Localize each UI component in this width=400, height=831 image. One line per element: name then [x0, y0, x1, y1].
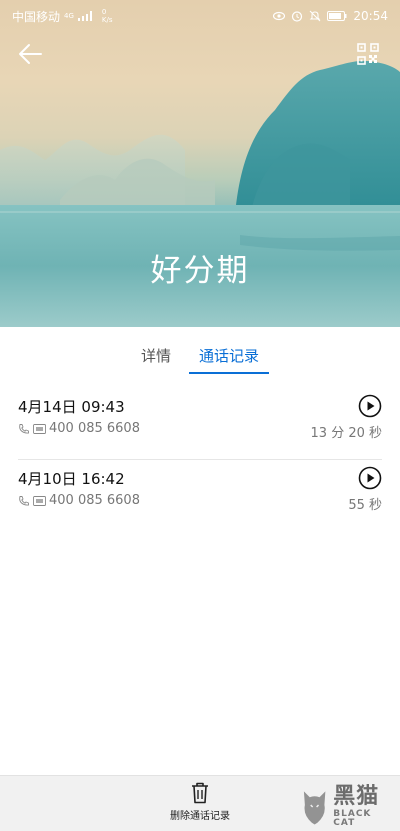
alarm-icon	[292, 11, 303, 22]
tab-bar: 详情 通话记录	[0, 327, 400, 375]
delete-call-log-button[interactable]: 删除通话记录	[150, 782, 250, 830]
status-bar: 中国移动 4G 0 K/s 20:54	[0, 0, 400, 32]
net-speed-unit: K/s	[101, 16, 113, 24]
net-speed-indicator: 0 K/s	[102, 8, 113, 24]
call-date-time: 4月10日 16:42	[18, 470, 125, 488]
sim-card-icon	[33, 495, 46, 506]
status-time: 20:54	[353, 9, 388, 23]
qr-code-button[interactable]	[354, 40, 382, 68]
play-recording-button[interactable]	[358, 466, 382, 490]
trash-icon	[192, 782, 208, 804]
call-duration: 55 秒	[348, 498, 382, 513]
contact-header: 中国移动 4G 0 K/s 20:54 好分期	[0, 0, 400, 327]
black-cat-logo-icon	[303, 791, 326, 825]
call-log-item[interactable]: 4月10日 16:42 400 085 6608 55 秒	[18, 459, 382, 530]
sim-card-icon	[33, 423, 46, 434]
battery-icon	[327, 11, 347, 21]
call-date-time: 4月14日 09:43	[18, 398, 125, 416]
play-recording-button[interactable]	[358, 394, 382, 418]
contact-name: 好分期	[150, 253, 250, 289]
phone-call-icon	[19, 495, 29, 506]
mute-icon	[310, 10, 321, 22]
play-circle-icon	[358, 394, 382, 418]
back-arrow-icon	[19, 44, 42, 64]
net-speed-value: 0	[101, 8, 107, 16]
tab-details[interactable]: 详情	[131, 345, 181, 372]
call-number: 400 085 6608	[49, 493, 140, 508]
eye-icon	[273, 11, 286, 21]
call-number-row: 400 085 6608	[18, 493, 140, 508]
qr-code-icon	[357, 43, 379, 65]
black-cat-watermark: 黑猫 BLACK CAT	[300, 785, 396, 829]
call-log-list: 4月14日 09:43 400 085 6608 13 分 20 秒 4月10日…	[0, 388, 400, 530]
call-log-item[interactable]: 4月14日 09:43 400 085 6608 13 分 20 秒	[18, 388, 382, 459]
network-type-label: 4G	[64, 11, 74, 20]
watermark-en: BLACK CAT	[333, 809, 372, 828]
contact-call-log-screen: 中国移动 4G 0 K/s 20:54 好分期 详情 通话记录 4月14日 09…	[0, 0, 400, 831]
carrier-label: 中国移动	[12, 9, 61, 24]
back-button[interactable]	[14, 40, 46, 68]
call-duration: 13 分 20 秒	[310, 426, 382, 441]
signal-icon	[77, 11, 92, 21]
phone-call-icon	[19, 423, 29, 434]
call-number-row: 400 085 6608	[18, 421, 140, 436]
tab-call-log[interactable]: 通话记录	[189, 345, 270, 374]
watermark-cn: 黑猫	[333, 784, 380, 809]
delete-call-log-label: 删除通话记录	[170, 811, 230, 822]
call-number: 400 085 6608	[49, 421, 140, 436]
play-circle-icon	[358, 466, 382, 490]
